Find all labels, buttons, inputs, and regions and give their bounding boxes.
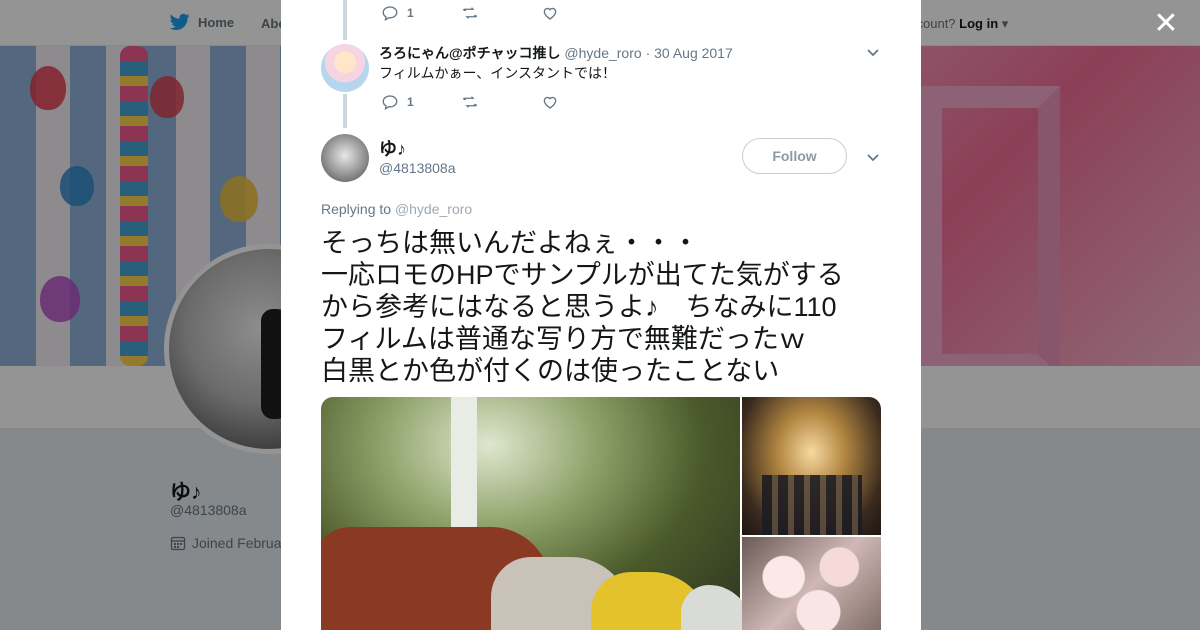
reply-icon	[382, 95, 398, 111]
close-icon[interactable]: ✕	[1152, 9, 1180, 39]
thread-connector	[343, 0, 347, 40]
photo-crowd	[762, 475, 862, 535]
reply-button[interactable]: 1	[381, 93, 461, 111]
reply-count: 1	[407, 6, 414, 20]
reply-count: 1	[407, 95, 414, 109]
reply-author-name[interactable]: ろろにゃん@ポチャッコ推し	[379, 45, 561, 61]
heart-icon	[543, 96, 557, 109]
replying-to: Replying to @hyde_roro	[321, 201, 472, 217]
retweet-button[interactable]	[461, 93, 541, 111]
tweet-text-line: から参考にはなると思うよ♪ ちなみに110	[321, 292, 837, 322]
follow-button[interactable]: Follow	[742, 138, 847, 174]
media-photo-station[interactable]	[742, 397, 881, 535]
tweet-actions: 1	[381, 93, 621, 111]
separator-dot: ·	[645, 45, 651, 61]
replying-prefix: Replying to	[321, 201, 392, 217]
retweet-icon	[462, 96, 478, 108]
replying-to-handle[interactable]: @hyde_roro	[395, 201, 472, 217]
like-button[interactable]	[541, 93, 621, 111]
tweet-text-line: 一応ロモのHPでサンプルが出てた気がする	[321, 260, 844, 290]
media-photo-cars[interactable]	[321, 397, 751, 630]
tweet-text-line: 白黒とか色が付くのは使ったことない	[321, 356, 780, 386]
tweet-media-grid	[321, 397, 881, 630]
main-author-handle[interactable]: @4813808a	[379, 160, 456, 176]
tweet-text-line: そっちは無いんだよねぇ・・・	[321, 228, 699, 258]
reply-author-avatar[interactable]	[321, 44, 369, 92]
reply-tweet-text: フィルムかぁー、インスタントでは！	[379, 65, 617, 81]
chevron-down-icon[interactable]	[865, 44, 881, 60]
photo-pillar	[451, 397, 477, 547]
chevron-down-icon[interactable]	[865, 149, 881, 165]
photo-car	[681, 585, 751, 630]
tweet-actions: 1	[381, 4, 621, 22]
reply-tweet-header: ろろにゃん@ポチャッコ推し @hyde_roro · 30 Aug 2017	[379, 43, 733, 63]
reply-author-handle[interactable]: @hyde_roro	[564, 45, 641, 61]
main-tweet-text: そっちは無いんだよねぇ・・・ 一応ロモのHPでサンプルが出てた気がする から参考…	[321, 227, 891, 387]
tweet-text-line: フィルムは普通な写り方で無難だったｗ	[321, 324, 806, 354]
reply-icon	[382, 6, 398, 22]
main-author-name[interactable]: ゆ♪	[379, 135, 406, 161]
retweet-icon	[462, 7, 478, 19]
heart-icon	[543, 7, 557, 20]
reply-button[interactable]: 1	[381, 4, 461, 22]
reply-tweet-date[interactable]: 30 Aug 2017	[654, 45, 733, 61]
retweet-button[interactable]	[461, 4, 541, 22]
like-button[interactable]	[541, 4, 621, 22]
tweet-permalink-modal: 1 ろろにゃん@ポチャッコ推し @hyde_roro · 30 Aug 2017…	[281, 0, 921, 630]
thread-connector	[343, 94, 347, 128]
main-author-avatar[interactable]	[321, 134, 369, 182]
media-photo-blossoms[interactable]	[742, 537, 881, 630]
